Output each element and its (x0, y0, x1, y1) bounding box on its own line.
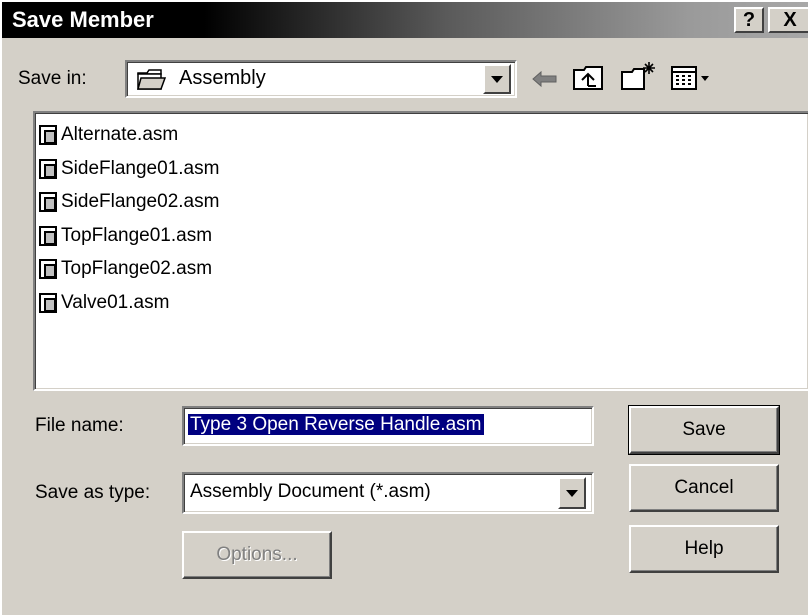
save-as-type-dropdown-button[interactable] (558, 477, 586, 509)
list-item[interactable]: TopFlange02.asm (39, 253, 212, 285)
save-in-dropdown-button[interactable] (483, 64, 511, 94)
list-item[interactable]: Alternate.asm (39, 119, 178, 151)
file-name-label: File name: (35, 415, 124, 436)
save-in-value: Assembly (179, 67, 266, 89)
list-item[interactable]: SideFlange02.asm (39, 186, 219, 218)
file-name-text: TopFlange01.asm (61, 225, 213, 246)
list-item[interactable]: SideFlange01.asm (39, 153, 219, 185)
assembly-file-icon (39, 159, 57, 179)
file-list[interactable]: Alternate.asm SideFlange01.asm SideFlang… (33, 111, 808, 391)
file-name-field[interactable]: Type 3 Open Reverse Handle.asm (182, 406, 594, 446)
help-button[interactable]: Help (629, 525, 779, 573)
assembly-file-icon (39, 192, 57, 212)
create-new-folder-icon[interactable] (620, 60, 658, 92)
file-name-value: Type 3 Open Reverse Handle.asm (188, 414, 484, 435)
save-button[interactable]: Save (628, 405, 780, 455)
save-member-dialog: Save Member ? X Save in: Assembly Altern… (0, 0, 808, 615)
assembly-file-icon (39, 226, 57, 246)
save-in-combo[interactable]: Assembly (125, 60, 517, 98)
assembly-file-icon (39, 293, 57, 313)
assembly-file-icon (39, 259, 57, 279)
assembly-file-icon (39, 125, 57, 145)
back-arrow-icon[interactable] (530, 68, 560, 90)
save-as-type-label: Save as type: (35, 482, 151, 503)
options-button[interactable]: Options... (182, 531, 332, 579)
help-title-button[interactable]: ? (734, 7, 764, 33)
file-name-text: SideFlange02.asm (61, 191, 220, 212)
file-name-text: SideFlange01.asm (61, 158, 220, 179)
save-in-label: Save in: (18, 68, 87, 89)
title-bar[interactable]: Save Member ? X (2, 2, 808, 38)
list-item[interactable]: Valve01.asm (39, 287, 169, 319)
folder-icon (137, 69, 167, 90)
close-title-button[interactable]: X (768, 7, 808, 33)
file-name-text: TopFlange02.asm (61, 258, 213, 279)
window-title: Save Member (12, 7, 154, 32)
list-item[interactable]: TopFlange01.asm (39, 220, 212, 252)
file-name-text: Valve01.asm (61, 292, 170, 313)
up-one-level-icon[interactable] (572, 64, 606, 92)
cancel-button[interactable]: Cancel (629, 464, 779, 512)
save-as-type-value: Assembly Document (*.asm) (190, 481, 431, 502)
view-menu-icon[interactable] (670, 64, 712, 92)
file-name-text: Alternate.asm (61, 124, 179, 145)
save-as-type-combo[interactable]: Assembly Document (*.asm) (182, 472, 594, 514)
